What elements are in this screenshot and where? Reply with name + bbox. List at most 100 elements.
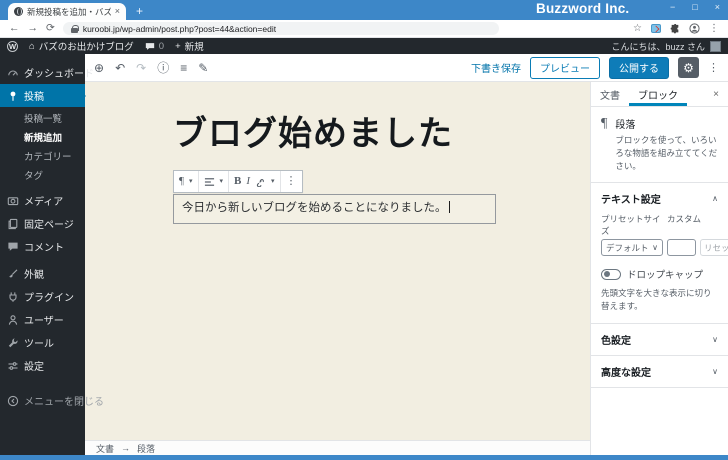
avatar (710, 40, 721, 52)
paragraph-icon: ¶ (601, 116, 608, 131)
save-draft-button[interactable]: 下書き保存 (471, 60, 521, 75)
paragraph-icon: ¶ (179, 175, 184, 187)
window-controls: − □ × (670, 1, 720, 14)
adminbar-comments-link[interactable]: 0 (145, 41, 164, 52)
block-inserter-button[interactable]: ⊕ (94, 62, 104, 74)
more-tools-button[interactable]: ⋮ (708, 61, 719, 74)
adminbar-site-link[interactable]: ⌂ バズのお出かけブログ (29, 39, 134, 54)
edit-tool-button[interactable]: ✎ (198, 62, 208, 74)
color-settings-panel[interactable]: 色設定 ∨ (591, 324, 728, 356)
link-button[interactable] (255, 176, 266, 187)
text-cursor (448, 201, 450, 213)
sidebar-item-appearance[interactable]: 外観 (0, 262, 85, 285)
plus-icon: + (175, 40, 181, 52)
home-icon: ⌂ (29, 40, 35, 52)
adminbar-account[interactable]: こんにちは、buzz さん (611, 40, 721, 53)
submenu-item-categories[interactable]: カテゴリー (0, 146, 85, 165)
new-tab-button[interactable]: + (136, 5, 143, 17)
browser-tab[interactable]: 新規投稿を追加・バズのお出かけブ × (8, 3, 126, 20)
back-button[interactable]: ← (9, 23, 20, 34)
sidebar-item-posts[interactable]: 投稿 (0, 84, 86, 107)
bold-button[interactable]: B (234, 176, 241, 187)
settings-gear-button[interactable]: ⚙ (678, 57, 699, 78)
paragraph-block[interactable]: 今日から新しいブログを始めることになりました。 (173, 194, 496, 225)
adminbar-new-link[interactable]: + 新規 (175, 39, 204, 54)
align-left-icon (204, 177, 215, 187)
italic-button[interactable]: I (246, 176, 250, 187)
browser-titlebar: 新規投稿を追加・バズのお出かけブ × + Buzzword Inc. − □ × (0, 0, 728, 20)
breadcrumb-separator: → (121, 443, 131, 453)
alignment-group[interactable]: ▾ (199, 171, 230, 192)
dropcap-description: 先頭文字を大きな表示に切り替えます。 (591, 284, 728, 324)
plugin-icon (7, 291, 19, 303)
inspector-tabs: 文書 ブロック × (591, 82, 728, 107)
chevron-up-icon: ∧ (712, 194, 718, 204)
paragraph-text: 今日から新しいブログを始めることになりました。 (182, 202, 447, 214)
tab-block[interactable]: ブロック (629, 82, 687, 106)
browser-actions: ☆ ⋮ (633, 23, 719, 34)
sidebar-item-tools[interactable]: ツール (0, 331, 85, 354)
breadcrumb-block[interactable]: 段落 (137, 442, 155, 455)
maximize-button[interactable]: □ (692, 1, 697, 14)
block-card: ¶ 段落 ブロックを使って、いろいろな物語を組み立ててください。 (591, 107, 728, 184)
extension-puzzle-icon[interactable] (670, 23, 680, 34)
sidebar-item-media[interactable]: メディア (0, 189, 85, 212)
bookmark-star-icon[interactable]: ☆ (633, 23, 642, 34)
redo-button[interactable]: ↷ (136, 62, 146, 74)
sidebar-item-pages[interactable]: 固定ページ (0, 212, 85, 235)
tab-document[interactable]: 文書 (591, 82, 629, 106)
reset-button[interactable]: リセット (700, 239, 728, 257)
close-button[interactable]: × (715, 1, 720, 14)
pushpin-icon (7, 90, 19, 102)
publish-button[interactable]: 公開する (609, 56, 669, 79)
sidebar-item-dashboard[interactable]: ダッシュボード (0, 61, 94, 84)
chevron-down-icon: ▾ (188, 178, 193, 185)
address-bar[interactable]: kuroobi.jp/wp-admin/post.php?post=44&act… (62, 22, 499, 35)
minimize-button[interactable]: − (670, 1, 675, 14)
block-navigation-button[interactable]: ≡ (180, 62, 187, 74)
browser-menu-icon[interactable]: ⋮ (709, 23, 719, 34)
sidebar-item-comments[interactable]: コメント (0, 235, 85, 258)
text-settings-header[interactable]: テキスト設定 ∧ (591, 183, 728, 212)
breadcrumb-document[interactable]: 文書 (96, 442, 114, 455)
block-options-group: ⋮ (281, 171, 302, 192)
block-type-group[interactable]: ¶ ▾ (174, 171, 199, 192)
close-settings-icon[interactable]: × (704, 89, 728, 100)
dropcap-toggle[interactable] (601, 268, 621, 280)
preview-button[interactable]: プレビュー (530, 56, 600, 79)
sidebar-item-users[interactable]: ユーザー (0, 308, 85, 331)
sidebar-item-collapse-menu[interactable]: メニューを閉じる (0, 389, 104, 412)
tab-close-icon[interactable]: × (115, 7, 120, 16)
content-structure-button[interactable]: ⓘ (157, 62, 169, 74)
chevron-down-icon: ▾ (219, 178, 224, 185)
editor-canvas[interactable]: ブログ始めました ¶ ▾ ▾ B I ▾ ⋮ 今日から新しいブログを始めることに… (85, 82, 590, 440)
window-bottom-border (0, 455, 728, 460)
custom-size-input[interactable] (667, 239, 696, 257)
profile-icon[interactable] (689, 23, 700, 34)
forward-button[interactable]: → (28, 23, 39, 34)
undo-button[interactable]: ↶ (115, 62, 125, 74)
collapse-arrow-icon (7, 395, 19, 407)
submenu-item-all-posts[interactable]: 投稿一覧 (0, 108, 85, 127)
camera-icon (7, 195, 19, 207)
browser-brand-title: Buzzword Inc. (536, 1, 630, 16)
editor-header: ⊕ ↶ ↷ ⓘ ≡ ✎ 下書き保存 プレビュー 公開する ⚙ ⋮ (85, 54, 728, 82)
reload-button[interactable]: ⟳ (46, 23, 55, 34)
preset-size-select[interactable]: デフォルト ∨ (601, 239, 663, 257)
block-breadcrumb: 文書 → 段落 (85, 440, 590, 455)
submenu-item-tags[interactable]: タグ (0, 165, 85, 184)
more-formats-button[interactable]: ▾ (271, 178, 275, 185)
browser-urlbar: ← → ⟳ kuroobi.jp/wp-admin/post.php?post=… (0, 20, 728, 38)
advanced-settings-panel[interactable]: 高度な設定 ∨ (591, 356, 728, 388)
dashboard-icon (7, 67, 19, 79)
post-title[interactable]: ブログ始めました (173, 106, 453, 155)
block-more-options-button[interactable]: ⋮ (286, 176, 297, 187)
sidebar-item-settings[interactable]: 設定 (0, 354, 85, 377)
size-controls: デフォルト ∨ リセット (591, 239, 728, 257)
wordpress-logo-icon[interactable]: W (7, 40, 18, 52)
sidebar-item-plugins[interactable]: プラグイン (0, 285, 85, 308)
block-description: ブロックを使って、いろいろな物語を組み立ててください。 (615, 135, 718, 171)
chevron-down-icon: ∨ (652, 243, 658, 253)
submenu-item-add-new[interactable]: 新規追加 (0, 127, 85, 146)
screenshot-extension-icon[interactable] (651, 24, 661, 33)
